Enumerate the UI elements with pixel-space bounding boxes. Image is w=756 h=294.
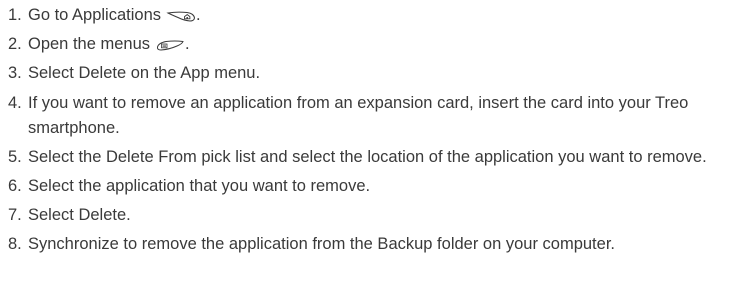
step-number: 8. <box>8 235 22 254</box>
step-text: Synchronize to remove the application fr… <box>28 235 615 254</box>
step-text: If you want to remove an application fro… <box>28 93 689 137</box>
step-6: 6. Select the application that you want … <box>8 174 750 199</box>
step-7: 7. Select Delete. <box>8 203 750 228</box>
step-text: Go to Applications <box>28 6 161 24</box>
step-2: 2. Open the menus . <box>8 32 750 57</box>
step-4: 4. If you want to remove an application … <box>8 91 750 141</box>
step-number: 5. <box>8 147 22 166</box>
step-text: Select the application that you want to … <box>28 176 371 195</box>
step-text: Open the menus <box>28 35 150 54</box>
step-number: 1. <box>8 6 22 24</box>
step-number: 2. <box>8 35 22 54</box>
step-number: 6. <box>8 176 22 195</box>
instruction-list: 1. Go to Applications . 2. Open the menu… <box>8 3 750 262</box>
step-suffix: . <box>185 35 190 54</box>
step-number: 4. <box>8 93 22 112</box>
menu-key-icon <box>155 39 185 51</box>
step-suffix: . <box>196 6 201 24</box>
step-text: Select Delete on the App menu. <box>28 64 261 83</box>
step-8: 8. Synchronize to remove the application… <box>8 232 750 257</box>
step-number: 3. <box>8 64 22 83</box>
step-5: 5. Select the Delete From pick list and … <box>8 145 750 170</box>
step-number: 7. <box>8 206 22 225</box>
step-1: 1. Go to Applications . <box>8 3 750 28</box>
home-key-icon <box>166 10 196 22</box>
step-text: Select Delete. <box>28 206 131 225</box>
step-text: Select the Delete From pick list and sel… <box>28 147 707 166</box>
step-3: 3. Select Delete on the App menu. <box>8 61 750 86</box>
